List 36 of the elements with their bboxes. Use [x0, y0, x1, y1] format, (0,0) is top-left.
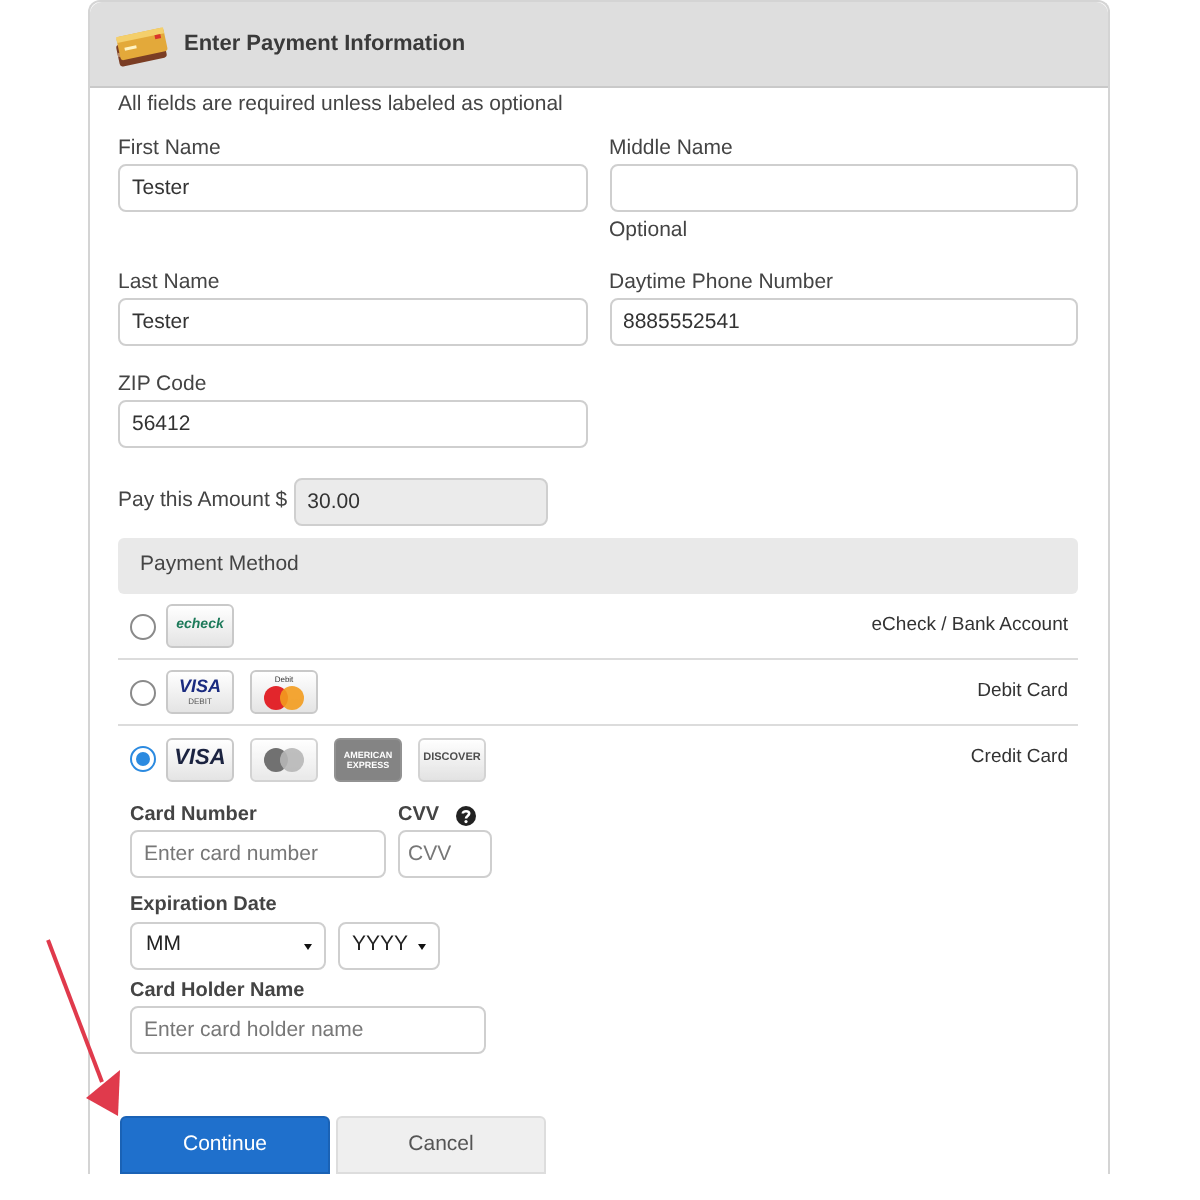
- optional-hint: Optional: [609, 216, 690, 244]
- payment-method-label: Debit Card: [977, 677, 1068, 706]
- text-field[interactable]: Tester: [118, 298, 587, 346]
- card-holder-field[interactable]: Enter card holder name: [130, 1006, 486, 1054]
- radio-button[interactable]: [130, 613, 156, 639]
- visa-logo: VISA: [166, 737, 234, 781]
- continue-button[interactable]: Continue: [120, 1116, 330, 1174]
- required-note: All fields are required unless labeled as optional: [118, 90, 565, 118]
- text-field[interactable]: [609, 164, 1078, 212]
- field-label: Daytime Phone Number: [609, 268, 836, 296]
- caret-icon: [418, 943, 426, 949]
- field-label: ZIP Code: [118, 370, 209, 398]
- field-label: Middle Name: [609, 134, 735, 162]
- field-label: Card Number: [130, 804, 259, 828]
- payment-method-label: Credit Card: [970, 744, 1068, 773]
- year-select[interactable]: YYYY: [338, 922, 440, 970]
- payment-method-header: Payment Method: [118, 538, 1078, 594]
- text-field[interactable]: 56412: [118, 400, 587, 448]
- caret-icon: [304, 943, 312, 949]
- cvv-field[interactable]: CVV: [398, 830, 492, 878]
- card-number-field[interactable]: Enter card number: [130, 830, 386, 878]
- month-select[interactable]: MM: [130, 922, 326, 970]
- cancel-button[interactable]: Cancel: [336, 1116, 546, 1174]
- amount-label: Pay this Amount $: [118, 486, 288, 517]
- panel-title: Enter Payment Information: [184, 29, 466, 60]
- help-icon[interactable]: [455, 806, 476, 826]
- text-field[interactable]: Tester: [118, 164, 587, 212]
- radio-button[interactable]: [130, 746, 156, 772]
- text-field[interactable]: 8885552541: [609, 298, 1078, 346]
- field-label: CVV: [398, 804, 440, 828]
- field-label: Card Holder Name: [130, 980, 307, 1004]
- field-label: Expiration Date: [130, 894, 279, 918]
- payment-method-label: eCheck / Bank Account: [871, 611, 1068, 640]
- field-label: First Name: [118, 134, 223, 162]
- radio-button[interactable]: [130, 679, 156, 705]
- field-label: Last Name: [118, 268, 222, 296]
